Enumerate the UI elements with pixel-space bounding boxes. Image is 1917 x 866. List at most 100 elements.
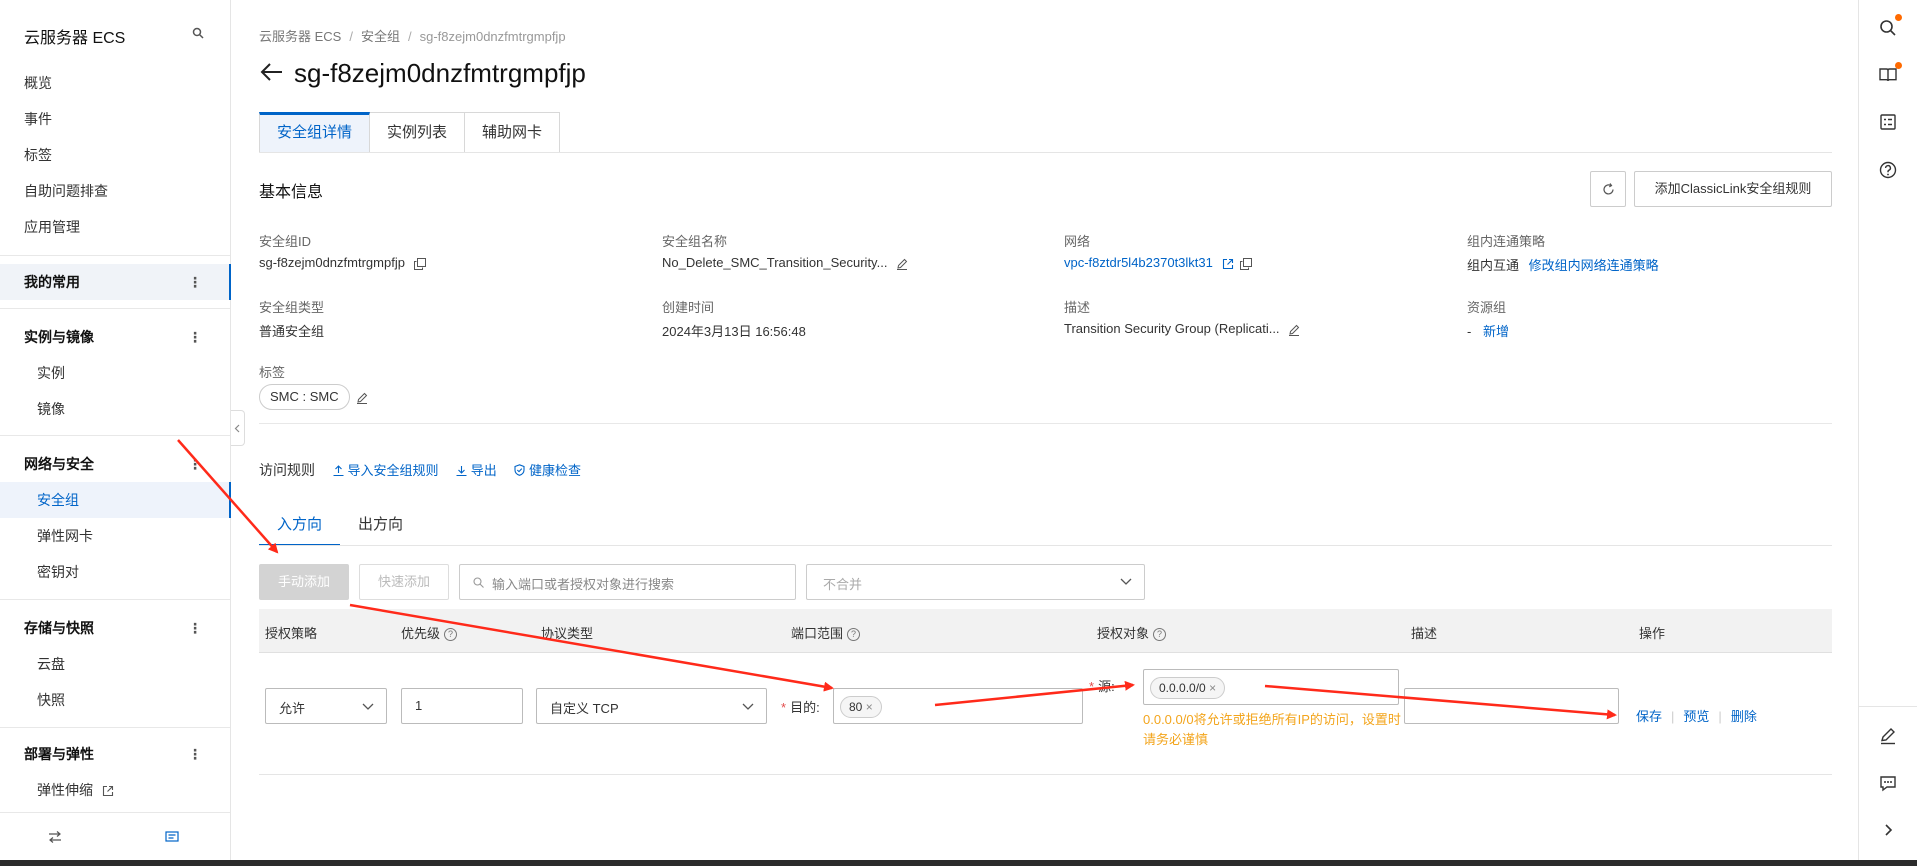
source-label: * 源: (1089, 679, 1115, 694)
edit-icon[interactable] (896, 258, 908, 270)
more-icon[interactable]: ⋮ (188, 610, 202, 646)
sg-id-text: sg-f8zejm0dnzfmtrgmpfjp (259, 255, 405, 270)
help-icon[interactable]: ? (1153, 628, 1167, 641)
sidebar-group-deploy[interactable]: 部署与弹性 ⋮ (0, 736, 230, 772)
breadcrumb-separator: / (407, 29, 412, 44)
protocol-select[interactable]: 自定义 TCP (536, 688, 767, 724)
save-link[interactable]: 保存 (1636, 709, 1662, 724)
more-icon[interactable]: ⋮ (188, 446, 202, 482)
sidebar-group-storage[interactable]: 存储与快照 ⋮ (0, 610, 230, 646)
chevron-right-icon[interactable] (1878, 820, 1898, 840)
sidebar-divider (0, 308, 230, 309)
sidebar-item-app-management[interactable]: 应用管理 (0, 209, 230, 245)
source-chip[interactable]: 0.0.0.0/0 × (1150, 677, 1226, 699)
sidebar-item-events[interactable]: 事件 (0, 101, 230, 137)
sidebar-item-instances[interactable]: 实例 (0, 355, 230, 391)
breadcrumb-security-group[interactable]: 安全组 (361, 29, 400, 44)
add-classiclink-rule-button[interactable]: 添加ClassicLink安全组规则 (1634, 171, 1832, 207)
tabs-divider (259, 152, 1832, 153)
merge-select[interactable]: 不合并 (806, 564, 1145, 600)
tag-chip[interactable]: SMC : SMC (259, 384, 350, 410)
auth-object-input[interactable]: 0.0.0.0/0 × (1143, 669, 1399, 705)
port-chip-value: 80 (849, 700, 863, 714)
policy-select[interactable]: 允许 (265, 688, 387, 724)
copy-icon[interactable] (1240, 257, 1253, 270)
sidebar-group-network[interactable]: 网络与安全 ⋮ (0, 446, 230, 482)
checklist-icon[interactable] (1878, 112, 1898, 132)
close-icon[interactable]: × (1209, 681, 1216, 695)
port-range-input[interactable]: 80 × (833, 688, 1083, 724)
import-rules-link[interactable]: 导入安全组规则 (333, 463, 442, 478)
edit-icon[interactable] (356, 392, 368, 404)
breadcrumb-ecs[interactable]: 云服务器 ECS (259, 29, 341, 44)
rule-search-input[interactable]: 输入端口或者授权对象进行搜索 (459, 564, 796, 600)
search-icon[interactable] (192, 27, 204, 39)
port-chip[interactable]: 80 × (840, 696, 882, 718)
back-arrow-icon[interactable] (260, 62, 284, 82)
sidebar-item-tags[interactable]: 标签 (0, 137, 230, 173)
sidebar-item-troubleshoot[interactable]: 自助问题排查 (0, 173, 230, 209)
priority-input[interactable]: 1 (401, 688, 523, 724)
delete-link[interactable]: 删除 (1731, 709, 1757, 724)
help-icon[interactable] (1878, 160, 1898, 180)
book-icon[interactable] (1878, 65, 1898, 85)
shield-check-icon (514, 464, 525, 476)
sg-id-value: sg-f8zejm0dnzfmtrgmpfjp (259, 255, 426, 270)
sg-type-label: 安全组类型 (259, 300, 325, 315)
add-resource-group-link[interactable]: 新增 (1483, 324, 1509, 339)
sidebar-item-disk[interactable]: 云盘 (0, 646, 230, 682)
desc-text: Transition Security Group (Replicati... (1064, 321, 1280, 336)
resource-group-label: 资源组 (1467, 300, 1507, 315)
modify-policy-link[interactable]: 修改组内网络连通策略 (1529, 258, 1659, 273)
section-divider (259, 423, 1832, 424)
external-link-icon (102, 786, 113, 797)
tab-sg-detail[interactable]: 安全组详情 (259, 112, 371, 153)
tab-instance-list[interactable]: 实例列表 (370, 112, 466, 153)
download-icon (456, 466, 467, 477)
sidebar-item-eni[interactable]: 弹性网卡 (0, 518, 230, 554)
import-rules-label: 导入安全组规则 (347, 463, 439, 478)
sidebar-item-security-group[interactable]: 安全组 (0, 482, 231, 518)
more-icon[interactable]: ⋮ (188, 264, 202, 300)
tab-secondary-eni[interactable]: 辅助网卡 (465, 112, 561, 153)
refresh-button[interactable] (1590, 171, 1626, 207)
manual-add-button[interactable]: 手动添加 (259, 564, 349, 600)
description-input[interactable] (1404, 688, 1619, 724)
help-icon[interactable]: ? (444, 628, 458, 641)
vpc-link[interactable]: vpc-f8ztdr5l4b2370t3lkt31 (1064, 255, 1213, 270)
export-link[interactable]: 导出 (456, 463, 500, 478)
message-icon[interactable] (165, 831, 179, 844)
sg-name-text: No_Delete_SMC_Transition_Security... (662, 255, 888, 270)
preview-link[interactable]: 预览 (1683, 709, 1709, 724)
search-icon[interactable] (1878, 18, 1898, 38)
edit-icon[interactable] (1878, 726, 1898, 746)
sidebar-item-autoscaling[interactable]: 弹性伸缩 (0, 772, 230, 808)
help-icon[interactable]: ? (847, 628, 861, 641)
copy-icon[interactable] (413, 257, 426, 270)
more-icon[interactable]: ⋮ (188, 319, 202, 355)
sidebar-group-label: 网络与安全 (24, 456, 94, 472)
protocol-select-value: 自定义 TCP (550, 701, 619, 716)
sidebar-item-images[interactable]: 镜像 (0, 391, 230, 427)
external-link-icon[interactable] (1222, 258, 1234, 270)
edit-icon[interactable] (1288, 324, 1300, 336)
close-icon[interactable]: × (866, 700, 873, 714)
more-icon[interactable]: ⋮ (188, 736, 202, 772)
priority-value: 1 (415, 698, 423, 713)
col-auth-object: 授权对象? (1097, 623, 1167, 642)
sidebar-group-instances[interactable]: 实例与镜像 ⋮ (0, 319, 230, 355)
sidebar-group-mine[interactable]: 我的常用 ⋮ (0, 264, 231, 300)
switch-icon[interactable] (48, 831, 62, 843)
sidebar-item-snapshot[interactable]: 快照 (0, 682, 230, 718)
quick-add-button[interactable]: 快速添加 (359, 564, 449, 600)
sidebar-item-overview[interactable]: 概览 (0, 65, 230, 101)
export-label: 导出 (470, 463, 497, 478)
health-check-link[interactable]: 健康检查 (514, 463, 581, 478)
sidebar-item-keypair[interactable]: 密钥对 (0, 554, 230, 590)
tab-inbound[interactable]: 入方向 (259, 506, 341, 546)
network-value: vpc-f8ztdr5l4b2370t3lkt31 (1064, 255, 1253, 270)
section-title-basic: 基本信息 (259, 184, 324, 201)
sidebar-divider (0, 727, 230, 728)
feedback-icon[interactable] (1878, 773, 1898, 793)
tab-outbound[interactable]: 出方向 (340, 506, 421, 546)
